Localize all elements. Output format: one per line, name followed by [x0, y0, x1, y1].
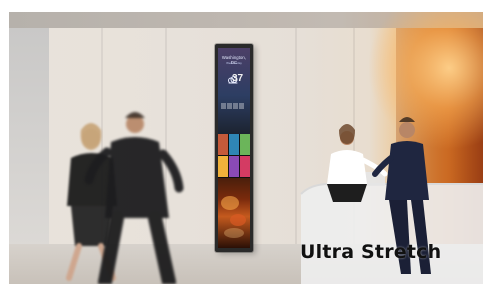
image-frame: Washington, DC Wednesday 37 Ultra Stretc… [0, 0, 483, 284]
caption-ultra-stretch: Ultra Stretch [300, 241, 442, 263]
